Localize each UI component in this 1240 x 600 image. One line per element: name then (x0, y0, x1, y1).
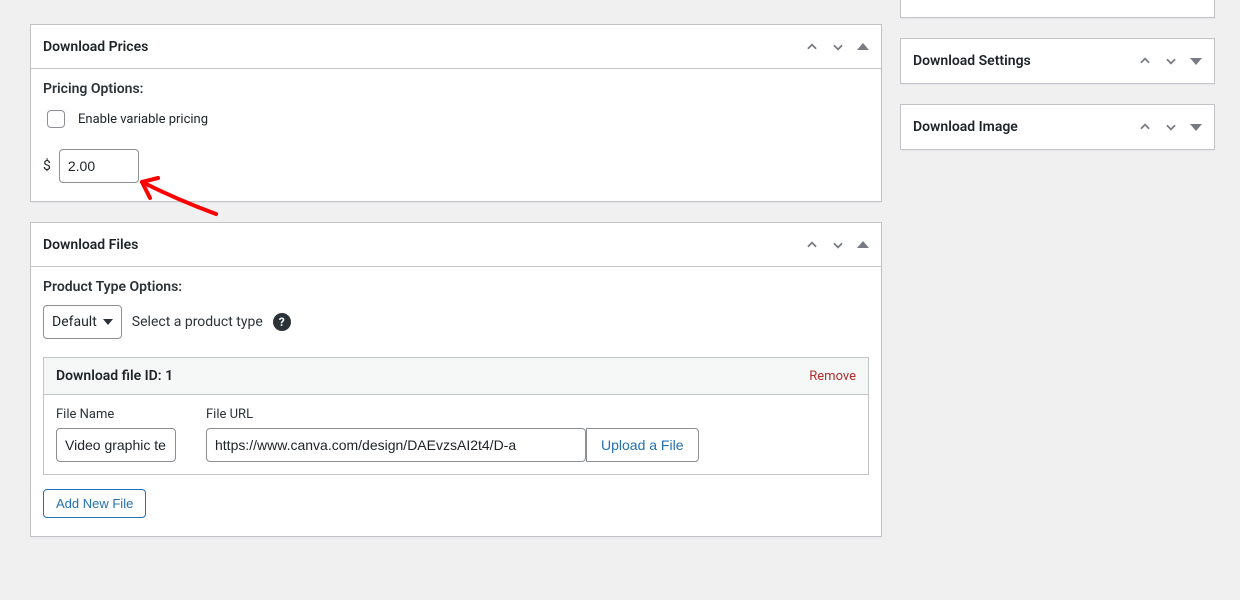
product-type-select[interactable]: Default (43, 305, 122, 339)
file-name-input[interactable] (56, 428, 176, 462)
toggle-panel-icon[interactable] (857, 43, 869, 50)
currency-symbol: $ (43, 158, 51, 174)
variable-pricing-label: Enable variable pricing (78, 112, 208, 127)
move-down-icon[interactable] (831, 238, 845, 252)
move-down-icon[interactable] (1164, 120, 1178, 134)
download-files-title: Download Files (43, 237, 805, 253)
download-settings-metabox: Download Settings (900, 38, 1215, 84)
price-input[interactable] (59, 149, 139, 183)
toggle-panel-icon[interactable] (1190, 58, 1202, 65)
move-up-icon[interactable] (1138, 120, 1152, 134)
toggle-panel-icon[interactable] (857, 241, 869, 248)
file-url-label: File URL (206, 407, 699, 422)
file-url-input[interactable] (206, 428, 586, 462)
upload-file-button[interactable]: Upload a File (586, 428, 699, 462)
toggle-panel-icon[interactable] (1190, 124, 1202, 131)
move-up-icon[interactable] (805, 40, 819, 54)
product-type-hint: Select a product type (132, 314, 263, 330)
download-image-metabox: Download Image (900, 104, 1215, 150)
download-settings-title: Download Settings (913, 53, 1138, 69)
variable-pricing-row[interactable]: Enable variable pricing (43, 107, 869, 131)
move-down-icon[interactable] (831, 40, 845, 54)
download-image-title: Download Image (913, 119, 1138, 135)
download-image-header[interactable]: Download Image (901, 105, 1214, 149)
download-files-metabox: Download Files Product Type Options: Def… (30, 222, 882, 537)
file-name-label: File Name (56, 407, 176, 422)
download-files-header: Download Files (31, 223, 881, 267)
variable-pricing-checkbox[interactable] (47, 110, 65, 128)
sidebar-empty-box (900, 0, 1215, 18)
remove-file-link[interactable]: Remove (809, 369, 856, 384)
download-prices-title: Download Prices (43, 39, 805, 55)
add-new-file-button[interactable]: Add New File (43, 489, 146, 518)
pricing-options-label: Pricing Options: (43, 81, 869, 97)
move-down-icon[interactable] (1164, 54, 1178, 68)
product-type-options-label: Product Type Options: (43, 279, 869, 295)
help-icon[interactable]: ? (273, 313, 291, 331)
download-settings-header[interactable]: Download Settings (901, 39, 1214, 83)
download-prices-header: Download Prices (31, 25, 881, 69)
download-prices-metabox: Download Prices Pricing Options: Enable … (30, 24, 882, 202)
move-up-icon[interactable] (1138, 54, 1152, 68)
chevron-down-icon (103, 319, 113, 325)
download-file-entry: Download file ID: 1 Remove File Name Fil… (43, 357, 869, 475)
product-type-selected-value: Default (52, 314, 97, 330)
move-up-icon[interactable] (805, 238, 819, 252)
download-file-id-label: Download file ID: 1 (56, 368, 173, 384)
